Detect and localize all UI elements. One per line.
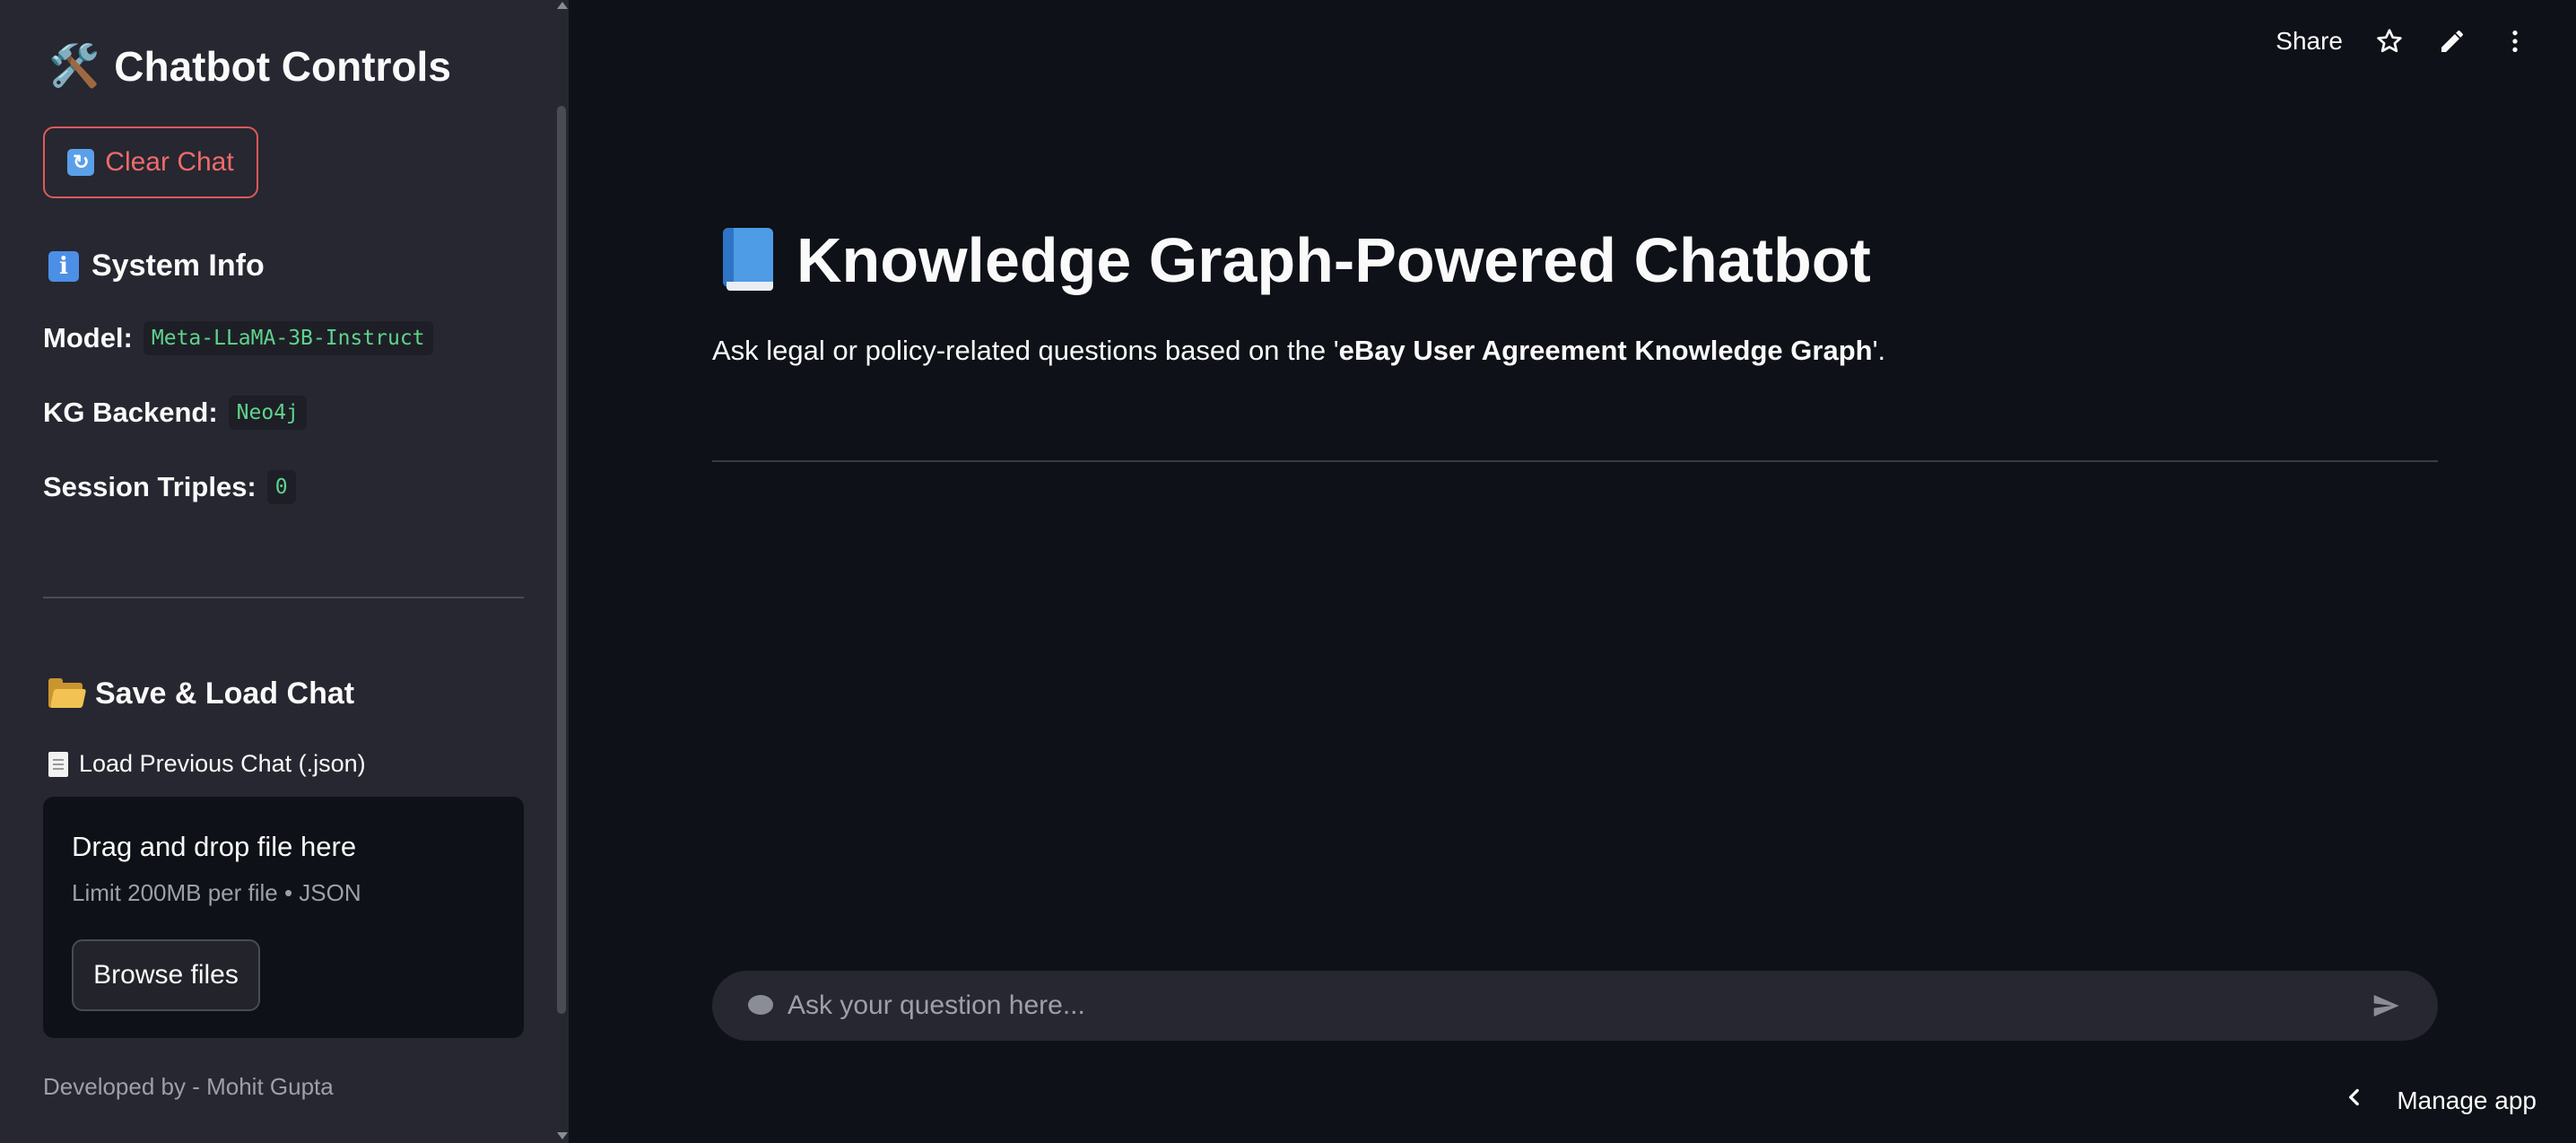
- sidebar-title: 🛠️ Chatbot Controls: [48, 41, 451, 91]
- clear-chat-button[interactable]: ↻ Clear Chat: [43, 127, 258, 198]
- session-triples-row: Session Triples: 0: [43, 470, 296, 504]
- kg-backend-label: KG Backend:: [43, 397, 218, 428]
- session-triples-label: Session Triples:: [43, 471, 257, 502]
- dropzone-subtitle: Limit 200MB per file • JSON: [72, 879, 361, 906]
- session-triples-value: 0: [266, 470, 296, 504]
- chevron-left-icon: [2343, 1086, 2366, 1115]
- page-title: Knowledge Graph-Powered Chatbot: [723, 224, 1871, 296]
- subtitle-suffix: '.: [1872, 335, 1886, 366]
- manage-app-label: Manage app: [2397, 1086, 2537, 1114]
- manage-app-button[interactable]: Manage app: [2343, 1086, 2537, 1115]
- sidebar-scrollbar[interactable]: [554, 0, 569, 1143]
- blue-book-icon: [723, 228, 773, 292]
- pencil-icon[interactable]: [2436, 25, 2468, 57]
- save-load-heading: Save & Load Chat: [48, 676, 354, 711]
- main-content: Share Knowledge Graph-Powered Chatbot As…: [569, 0, 2576, 1143]
- subtitle-bold: eBay User Agreement Knowledge Graph: [1338, 335, 1873, 366]
- share-button[interactable]: Share: [2276, 27, 2343, 56]
- clear-chat-label: Clear Chat: [105, 147, 234, 177]
- speech-bubble-icon: [748, 995, 773, 1015]
- model-label: Model:: [43, 322, 133, 353]
- page-subtitle: Ask legal or policy-related questions ba…: [712, 335, 1885, 367]
- save-load-heading-text: Save & Load Chat: [95, 676, 355, 711]
- file-uploader-label-text: Load Previous Chat (.json): [79, 750, 366, 777]
- sidebar: 🛠️ Chatbot Controls ↻ Clear Chat i Syste…: [0, 0, 569, 1143]
- chat-input[interactable]: [788, 971, 2348, 1041]
- tools-icon: 🛠️: [48, 42, 100, 89]
- kg-backend-row: KG Backend: Neo4j: [43, 396, 307, 430]
- subtitle-prefix: Ask legal or policy-related questions ba…: [712, 335, 1339, 366]
- scroll-up-arrow-icon[interactable]: [557, 2, 568, 9]
- browse-files-button[interactable]: Browse files: [72, 939, 260, 1011]
- system-info-heading: i System Info: [48, 249, 265, 284]
- dropzone-title: Drag and drop file here: [72, 831, 357, 862]
- info-icon: i: [48, 250, 79, 282]
- refresh-icon: ↻: [67, 149, 95, 176]
- model-row: Model: Meta-LLaMA-3B-Instruct: [43, 321, 433, 355]
- page-title-text: Knowledge Graph-Powered Chatbot: [796, 225, 1871, 295]
- sidebar-divider: [43, 597, 524, 598]
- scrollbar-thumb[interactable]: [557, 106, 566, 1014]
- sidebar-title-text: Chatbot Controls: [114, 42, 451, 90]
- model-value: Meta-LLaMA-3B-Instruct: [143, 321, 433, 355]
- star-icon[interactable]: [2373, 25, 2406, 57]
- send-icon[interactable]: [2370, 991, 2402, 1020]
- system-info-heading-text: System Info: [91, 249, 265, 283]
- chat-input-bar[interactable]: [712, 971, 2438, 1041]
- folder-icon: [48, 677, 87, 708]
- file-dropzone[interactable]: Drag and drop file here Limit 200MB per …: [43, 797, 524, 1038]
- app-root: 🛠️ Chatbot Controls ↻ Clear Chat i Syste…: [0, 0, 2576, 1143]
- developer-credit: Developed by - Mohit Gupta: [43, 1073, 334, 1100]
- top-toolbar: Share: [2276, 25, 2531, 57]
- scroll-down-arrow-icon[interactable]: [557, 1132, 568, 1139]
- file-uploader-label: Load Previous Chat (.json): [48, 750, 366, 778]
- document-icon: [48, 751, 68, 777]
- kg-backend-value: Neo4j: [228, 396, 307, 430]
- main-divider: [712, 460, 2438, 462]
- kebab-menu-icon[interactable]: [2499, 25, 2531, 57]
